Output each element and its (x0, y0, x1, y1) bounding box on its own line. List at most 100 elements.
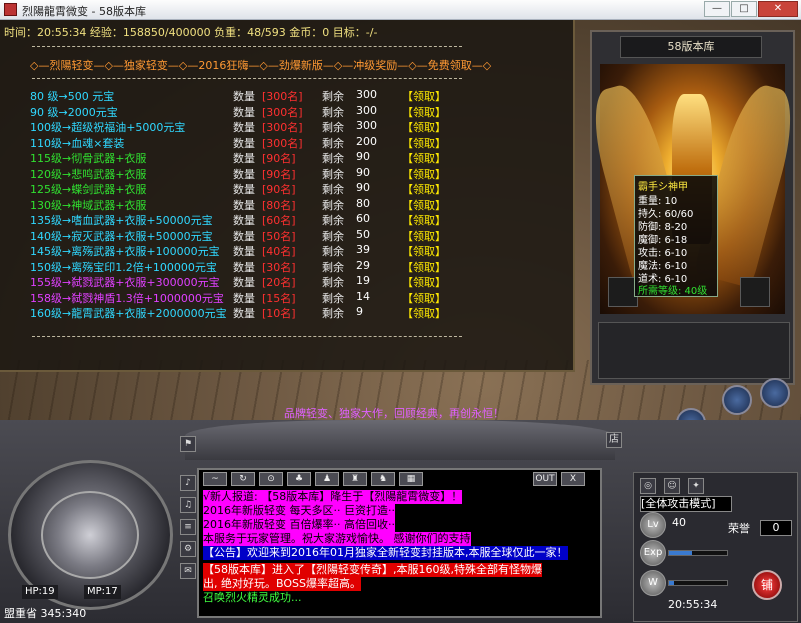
attack-mode[interactable]: [全体攻击模式] (640, 496, 732, 512)
claim-button[interactable]: 【领取】 (402, 88, 446, 104)
quantity-label: 数量 (233, 167, 255, 181)
chat-out-button[interactable]: OUT (533, 472, 557, 486)
maximize-button[interactable]: □ (731, 1, 757, 17)
store-button[interactable]: 店 (606, 432, 622, 448)
app-icon (4, 3, 17, 16)
shop-button[interactable]: 铺 (752, 570, 782, 600)
chat-tab-icon[interactable]: ♜ (343, 472, 367, 486)
reward-level: 115级→彻骨武器+衣服 (30, 152, 147, 165)
settings-icon[interactable]: ⚙ (180, 541, 196, 557)
claim-button[interactable]: 【领取】 (402, 305, 446, 321)
speaker-icon[interactable]: ♪ (180, 475, 196, 491)
claim-button[interactable]: 【领取】 (402, 119, 446, 135)
bag-icon[interactable]: ◎ (640, 478, 656, 494)
chat-message: 2016年新版轻变 每天多区·· 巨资打造·· (203, 504, 395, 518)
chat-tab-icon[interactable]: ⊙ (259, 472, 283, 486)
remaining-value: 90 (356, 165, 370, 179)
reward-level: 80 级→500 元宝 (30, 90, 115, 103)
hud-arch (185, 420, 615, 460)
chat-tab-icon[interactable]: ♣ (287, 472, 311, 486)
sound-icon[interactable]: ♫ (180, 497, 196, 513)
quantity-value: [10名] (262, 307, 296, 320)
character-icon[interactable]: ☺ (664, 478, 680, 494)
quantity-value: [300名] (262, 121, 303, 134)
quantity-value: [50名] (262, 229, 296, 243)
quantity-label: 数量 (233, 245, 255, 258)
guild-icon[interactable]: ⚑ (180, 436, 196, 452)
claim-button[interactable]: 【领取】 (402, 150, 446, 166)
remaining-label: 剩余 (322, 152, 344, 165)
reward-level: 140级→寂灭武器+衣服+50000元宝 (30, 229, 213, 243)
remaining-value: 90 (356, 181, 370, 194)
divider (32, 336, 462, 337)
scroll-icon[interactable]: ≡ (180, 519, 196, 535)
quantity-value: [300名] (262, 105, 303, 119)
game-clock: 20:55:34 (668, 598, 718, 611)
quantity-label: 数量 (233, 276, 255, 289)
reward-level: 160级→龍霄武器+衣服+2000000元宝 (30, 307, 227, 320)
server-slogan: 品牌轻变、独家大作，回顾经典，再创永恒！ (284, 407, 504, 420)
reward-level: 135级→嗜血武器+衣服+50000元宝 (30, 214, 213, 227)
claim-button[interactable]: 【领取】 (402, 290, 446, 306)
skill-slot[interactable] (722, 385, 752, 415)
chat-close-button[interactable]: X (561, 472, 585, 486)
level-value: 40 (672, 516, 686, 529)
remaining-label: 剩余 (322, 245, 344, 258)
chat-tab-icon[interactable]: ♟ (315, 472, 339, 486)
close-button[interactable]: ✕ (758, 1, 798, 17)
quantity-value: [90名] (262, 152, 296, 165)
orb-core (41, 491, 139, 579)
exp-badge: Exp (640, 540, 666, 566)
remaining-value: 9 (356, 305, 363, 318)
mp-readout: MP:17 (84, 585, 121, 599)
chat-tab-icon[interactable]: ↻ (231, 472, 255, 486)
quantity-value: [60名] (262, 214, 296, 227)
remaining-value: 80 (356, 196, 370, 210)
honor-value: 0 (760, 520, 792, 536)
equip-slot[interactable] (740, 277, 770, 307)
map-coordinates: 盟重省 345:340 (4, 607, 87, 620)
quantity-label: 数量 (233, 183, 255, 196)
claim-button[interactable]: 【领取】 (402, 274, 446, 290)
claim-button[interactable]: 【领取】 (402, 212, 446, 228)
skills-icon[interactable]: ✦ (688, 478, 704, 494)
claim-button[interactable]: 【领取】 (402, 104, 446, 120)
remaining-value: 29 (356, 258, 370, 272)
chat-tab-icon[interactable]: ▦ (399, 472, 423, 486)
minimize-button[interactable]: — (704, 1, 730, 17)
reward-level: 150级→离殇宝印1.2倍+100000元宝 (30, 260, 217, 274)
honor-label: 荣誉 (728, 522, 750, 535)
chat-message: √新人报道: 【58版本库】降生于【烈陽龍霄微变】！ (203, 490, 463, 504)
status-line: 时间：20:55:34 经验：158850/400000 负重：48/593 金… (4, 26, 378, 39)
item-name: 霸手シ神甲 (638, 182, 688, 193)
mail-icon[interactable]: ✉ (180, 563, 196, 579)
hp-readout: HP:19 (22, 585, 58, 599)
quantity-label: 数量 (233, 198, 255, 212)
quantity-value: [30名] (262, 260, 296, 274)
quantity-value: [300名] (262, 136, 303, 150)
claim-button[interactable]: 【领取】 (402, 243, 446, 259)
claim-button[interactable]: 【领取】 (402, 259, 446, 275)
chat-tab-icon[interactable]: ~ (203, 472, 227, 486)
chat-tab-icon[interactable]: ♞ (371, 472, 395, 486)
remaining-label: 剩余 (322, 167, 344, 181)
exp-bar (668, 550, 728, 556)
claim-button[interactable]: 【领取】 (402, 166, 446, 182)
quantity-label: 数量 (233, 214, 255, 227)
remaining-value: 300 (356, 119, 377, 132)
quantity-value: [20名] (262, 276, 296, 289)
quantity-value: [40名] (262, 245, 296, 258)
claim-button[interactable]: 【领取】 (402, 228, 446, 244)
reward-level: 158级→弑戮神盾1.3倍+1000000元宝 (30, 291, 224, 305)
claim-button[interactable]: 【领取】 (402, 181, 446, 197)
chat-message: 【58版本库】进入了【烈陽轻变传奇】,本服160级,特殊全部有怪物爆 (203, 563, 542, 577)
skill-slot[interactable] (760, 378, 790, 408)
claim-button[interactable]: 【领取】 (402, 135, 446, 151)
quantity-value: [300名] (262, 90, 303, 103)
reward-level: 125级→蝶剑武器+衣服 (30, 183, 147, 196)
claim-button[interactable]: 【领取】 (402, 197, 446, 213)
character-name: 58版本库 (620, 36, 762, 58)
reward-level: 120级→悲鸣武器+衣服 (30, 167, 147, 181)
window-title: 烈陽龍霄微变 - 58版本库 (22, 5, 146, 18)
weight-bar (668, 580, 728, 586)
